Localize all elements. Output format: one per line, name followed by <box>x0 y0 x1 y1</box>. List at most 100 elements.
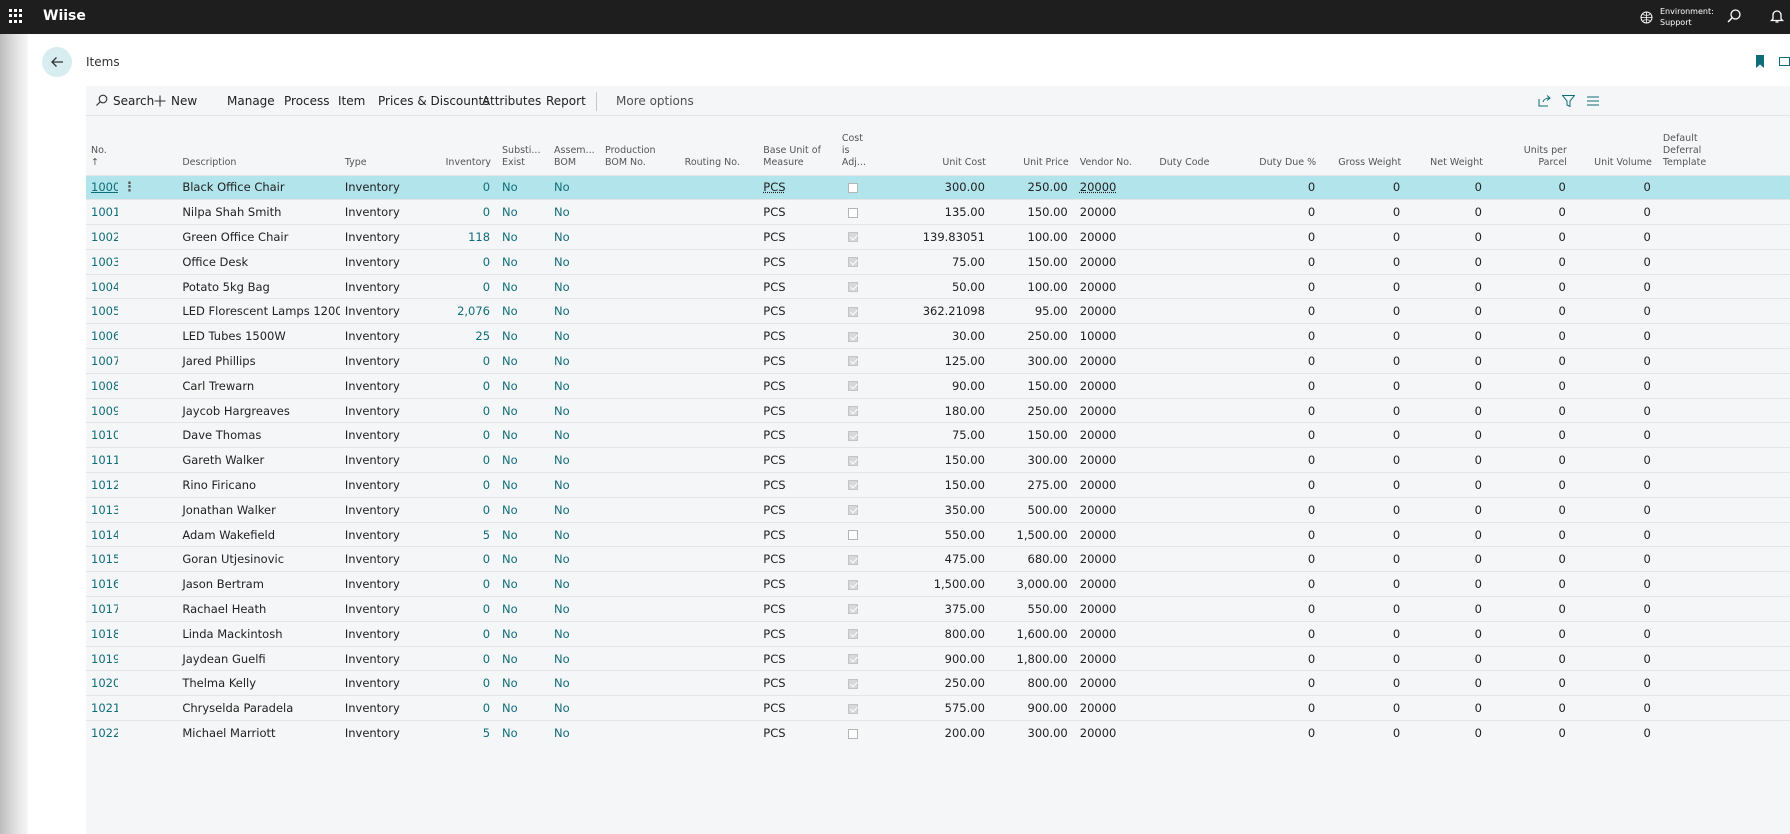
share-icon[interactable] <box>1538 95 1551 107</box>
column-header-net-weight[interactable]: Net Weight <box>1407 124 1489 175</box>
report-menu[interactable]: Report <box>546 86 586 116</box>
column-header-unit-cost[interactable]: Unit Cost <box>886 124 992 175</box>
column-header-assembly-bom[interactable]: Assem... BOM <box>549 124 600 175</box>
item-assembly-bom-link[interactable]: No <box>549 349 600 374</box>
item-assembly-bom-link[interactable]: No <box>549 497 600 522</box>
item-inventory-link[interactable]: 5 <box>425 522 497 547</box>
item-substitutes-link[interactable]: No <box>497 249 549 274</box>
item-assembly-bom-link[interactable]: No <box>549 597 600 622</box>
attributes-menu[interactable]: Attributes <box>482 86 541 116</box>
item-no-link[interactable]: 1007 <box>86 349 118 374</box>
row-actions[interactable] <box>118 497 177 522</box>
table-row[interactable]: 1012 Rino Firicano Inventory 0 No No PCS 150.00… <box>86 473 1790 498</box>
filter-icon[interactable] <box>1562 95 1575 107</box>
item-no-link[interactable]: 1020 <box>86 671 118 696</box>
item-no-link[interactable]: 1014 <box>86 522 118 547</box>
table-row[interactable]: 1014 Adam Wakefield Inventory 5 No No PCS 550.0… <box>86 522 1790 547</box>
row-actions[interactable] <box>118 324 177 349</box>
item-inventory-link[interactable]: 0 <box>425 547 497 572</box>
column-header-description[interactable]: Description <box>177 124 340 175</box>
item-assembly-bom-link[interactable]: No <box>549 249 600 274</box>
item-no-link[interactable]: 1016 <box>86 572 118 597</box>
item-substitutes-link[interactable]: No <box>497 497 549 522</box>
table-row[interactable]: 1015 Goran Utjesinovic Inventory 0 No No PCS 47… <box>86 547 1790 572</box>
item-substitutes-link[interactable]: No <box>497 547 549 572</box>
item-substitutes-link[interactable]: No <box>497 423 549 448</box>
item-substitutes-link[interactable]: No <box>497 225 549 250</box>
manage-menu[interactable]: Manage <box>227 86 275 116</box>
item-assembly-bom-link[interactable]: No <box>549 696 600 721</box>
item-assembly-bom-link[interactable]: No <box>549 274 600 299</box>
item-no-link[interactable]: 1022 <box>86 721 118 746</box>
table-row[interactable]: 1010 Dave Thomas Inventory 0 No No PCS 75.00 150… <box>86 423 1790 448</box>
column-header-duty-code[interactable]: Duty Code <box>1154 124 1230 175</box>
list-view-icon[interactable] <box>1587 95 1599 107</box>
item-assembly-bom-link[interactable]: No <box>549 671 600 696</box>
more-options-button[interactable]: More options <box>616 86 694 116</box>
item-no-link[interactable]: 1003 <box>86 249 118 274</box>
column-header-cost-adjusted[interactable]: Cost is Adj... <box>837 124 886 175</box>
column-header-duty-due[interactable]: Duty Due % <box>1231 124 1322 175</box>
item-no-link[interactable]: 1006 <box>86 324 118 349</box>
item-inventory-link[interactable]: 0 <box>425 448 497 473</box>
row-actions[interactable] <box>118 696 177 721</box>
column-header-substitutes[interactable]: Substi... Exist <box>497 124 549 175</box>
item-substitutes-link[interactable]: No <box>497 696 549 721</box>
item-substitutes-link[interactable]: No <box>497 448 549 473</box>
table-row[interactable]: 1013 Jonathan Walker Inventory 0 No No PCS 350.… <box>86 497 1790 522</box>
table-row[interactable]: 1017 Rachael Heath Inventory 0 No No PCS 375.00… <box>86 597 1790 622</box>
item-assembly-bom-link[interactable]: No <box>549 398 600 423</box>
item-inventory-link[interactable]: 0 <box>425 646 497 671</box>
table-row[interactable]: 1018 Linda Mackintosh Inventory 0 No No PCS 800… <box>86 621 1790 646</box>
row-actions[interactable] <box>118 547 177 572</box>
item-inventory-link[interactable]: 0 <box>425 696 497 721</box>
item-no-link[interactable]: 1000 <box>86 175 118 200</box>
search-button[interactable]: Search <box>95 86 154 116</box>
item-inventory-link[interactable]: 2,076 <box>425 299 497 324</box>
item-assembly-bom-link[interactable]: No <box>549 373 600 398</box>
item-assembly-bom-link[interactable]: No <box>549 522 600 547</box>
table-row[interactable]: 1000 ⋮ Black Office Chair Inventory 0 No No PCS… <box>86 175 1790 200</box>
row-actions[interactable] <box>118 349 177 374</box>
item-assembly-bom-link[interactable]: No <box>549 175 600 200</box>
table-row[interactable]: 1016 Jason Bertram Inventory 0 No No PCS 1,500.… <box>86 572 1790 597</box>
table-row[interactable]: 1022 Michael Marriott Inventory 5 No No PCS 200… <box>86 721 1790 746</box>
item-inventory-link[interactable]: 0 <box>425 473 497 498</box>
item-inventory-link[interactable]: 0 <box>425 249 497 274</box>
item-no-link[interactable]: 1018 <box>86 621 118 646</box>
row-actions[interactable]: ⋮ <box>118 175 177 200</box>
table-row[interactable]: 1008 Carl Trewarn Inventory 0 No No PCS 90.00 15… <box>86 373 1790 398</box>
item-substitutes-link[interactable]: No <box>497 597 549 622</box>
row-actions[interactable] <box>118 448 177 473</box>
item-no-link[interactable]: 1015 <box>86 547 118 572</box>
column-header-production-bom[interactable]: Production BOM No. <box>600 124 680 175</box>
table-row[interactable]: 1007 Jared Phillips Inventory 0 No No PCS 125.0… <box>86 349 1790 374</box>
item-substitutes-link[interactable]: No <box>497 324 549 349</box>
column-header-vendor[interactable]: Vendor No. <box>1075 124 1155 175</box>
item-inventory-link[interactable]: 0 <box>425 349 497 374</box>
item-menu[interactable]: Item <box>338 86 365 116</box>
item-substitutes-link[interactable]: No <box>497 671 549 696</box>
item-assembly-bom-link[interactable]: No <box>549 547 600 572</box>
item-no-link[interactable]: 1012 <box>86 473 118 498</box>
item-inventory-link[interactable]: 0 <box>425 597 497 622</box>
item-inventory-link[interactable]: 0 <box>425 200 497 225</box>
item-substitutes-link[interactable]: No <box>497 473 549 498</box>
new-button[interactable]: New <box>154 86 197 116</box>
item-substitutes-link[interactable]: No <box>497 200 549 225</box>
bookmark-icon[interactable] <box>1755 55 1765 68</box>
row-actions[interactable] <box>118 721 177 746</box>
back-button[interactable] <box>42 47 72 77</box>
item-assembly-bom-link[interactable]: No <box>549 621 600 646</box>
row-actions[interactable] <box>118 299 177 324</box>
row-actions[interactable] <box>118 522 177 547</box>
row-actions[interactable] <box>118 225 177 250</box>
column-header-deferral-template[interactable]: Default Deferral Template <box>1658 124 1790 175</box>
column-header-base-unit[interactable]: Base Unit of Measure <box>758 124 837 175</box>
item-assembly-bom-link[interactable]: No <box>549 572 600 597</box>
item-no-link[interactable]: 1017 <box>86 597 118 622</box>
column-header-no[interactable]: No. ↑ <box>86 124 118 175</box>
item-inventory-link[interactable]: 118 <box>425 225 497 250</box>
item-no-link[interactable]: 1019 <box>86 646 118 671</box>
item-inventory-link[interactable]: 0 <box>425 274 497 299</box>
